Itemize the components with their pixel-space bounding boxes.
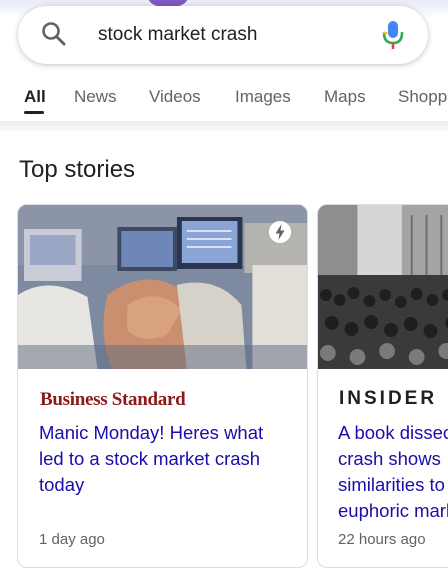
top-stories-heading: Top stories xyxy=(19,156,136,183)
section-divider xyxy=(0,121,448,131)
story-headline[interactable]: Manic Monday! Heres what led to a stock … xyxy=(39,420,294,498)
headline-line[interactable]: similarities to xyxy=(338,472,448,498)
story-time: 22 hours ago xyxy=(338,531,426,548)
headline-line[interactable]: A book dissecting the xyxy=(338,420,448,446)
tab-news[interactable]: News xyxy=(74,87,117,107)
tab-images[interactable]: Images xyxy=(235,87,291,107)
tab-shopping[interactable]: Shopping xyxy=(398,87,448,107)
lightning-bolt-icon xyxy=(269,221,291,243)
search-input[interactable]: stock market crash xyxy=(98,24,257,46)
headline-line[interactable]: today xyxy=(39,472,294,498)
source-name: Business Standard xyxy=(40,389,186,410)
search-tabs: All News Videos Images Maps Shopping xyxy=(0,82,448,118)
search-icon[interactable] xyxy=(40,20,68,48)
source-name: INSIDER xyxy=(339,388,438,409)
story-time: 1 day ago xyxy=(39,531,105,548)
tab-all[interactable]: All xyxy=(24,87,46,107)
headline-line[interactable]: euphoric markets xyxy=(338,498,448,524)
story-headline[interactable]: A book dissecting the crash shows simila… xyxy=(338,420,448,524)
tab-maps[interactable]: Maps xyxy=(324,87,366,107)
headline-line[interactable]: Manic Monday! Heres what xyxy=(39,420,294,446)
story-thumbnail-trader[interactable] xyxy=(18,205,307,369)
headline-line[interactable]: led to a stock market crash xyxy=(39,446,294,472)
story-card[interactable]: Business Standard Manic Monday! Heres wh… xyxy=(17,204,308,568)
active-tab-indicator xyxy=(24,111,44,114)
story-card[interactable]: INSIDER A book dissecting the crash show… xyxy=(317,204,448,568)
search-bar[interactable]: stock market crash xyxy=(18,6,428,64)
headline-line[interactable]: crash shows xyxy=(338,446,448,472)
microphone-icon[interactable] xyxy=(380,19,406,51)
story-thumbnail-crowd[interactable] xyxy=(318,205,448,369)
tab-videos[interactable]: Videos xyxy=(149,87,201,107)
